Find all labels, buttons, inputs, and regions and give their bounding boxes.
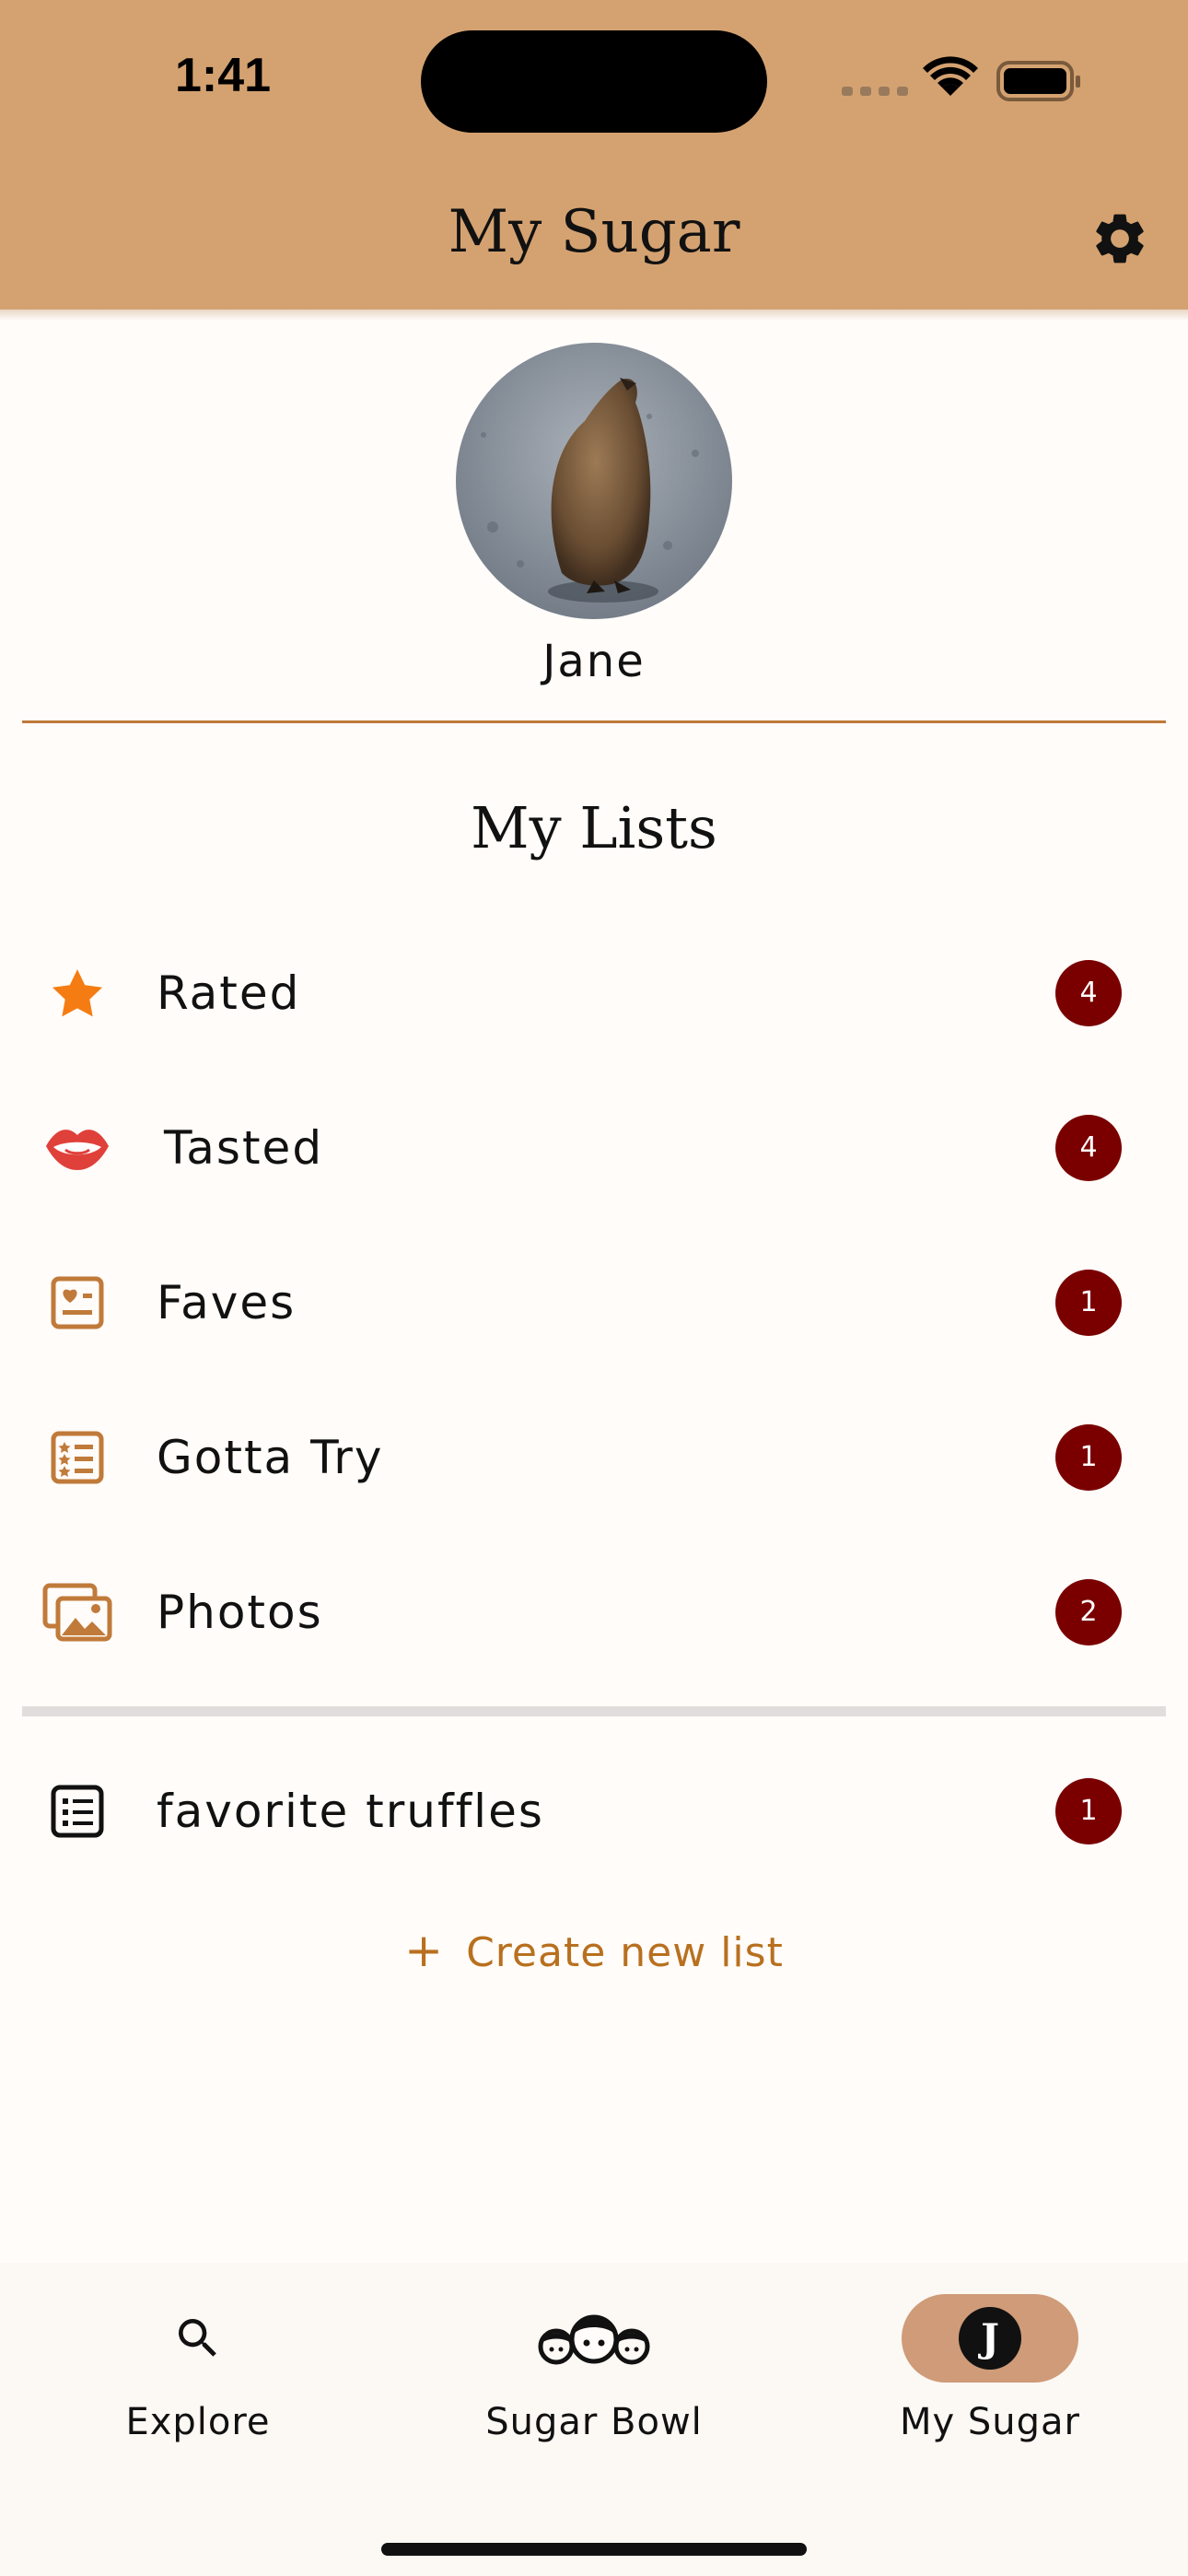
lists-divider <box>22 1706 1166 1716</box>
count-badge: 4 <box>1055 960 1122 1026</box>
profile-avatar[interactable] <box>456 343 732 619</box>
list-label: Faves <box>157 1276 297 1329</box>
avatar-photo <box>456 343 732 619</box>
star-list-icon <box>41 1425 114 1490</box>
list-row-gotta-try[interactable]: Gotta Try 1 <box>0 1380 1188 1535</box>
search-icon <box>172 2294 224 2383</box>
bottom-nav: Explore Sugar Bowl J My Sugar <box>0 2263 1188 2576</box>
faces-icon <box>534 2294 654 2383</box>
list-row-rated[interactable]: Rated 4 <box>0 916 1188 1071</box>
profile-initial-icon: J <box>959 2307 1021 2370</box>
list-row-photos[interactable]: Photos 2 <box>0 1535 1188 1690</box>
profile-divider <box>22 720 1166 723</box>
profile-name: Jane <box>542 636 646 687</box>
battery-icon <box>996 61 1080 101</box>
list-label: Tasted <box>164 1121 324 1175</box>
settings-gear-icon[interactable] <box>1089 208 1150 269</box>
lips-icon <box>41 1116 114 1180</box>
nav-label: My Sugar <box>900 2401 1080 2443</box>
nav-pill: J <box>902 2294 1078 2383</box>
nav-label: Explore <box>125 2401 271 2443</box>
my-lists-title: My Lists <box>471 794 717 861</box>
list-label: Gotta Try <box>157 1431 384 1484</box>
list-label: Photos <box>157 1586 323 1639</box>
heart-card-icon <box>41 1270 114 1335</box>
count-badge: 4 <box>1055 1115 1122 1181</box>
nav-label: Sugar Bowl <box>485 2401 703 2443</box>
star-icon <box>41 961 114 1025</box>
count-badge: 2 <box>1055 1579 1122 1645</box>
status-icons <box>842 56 1080 101</box>
create-new-list-button[interactable]: + Create new list <box>0 1924 1188 1977</box>
create-new-list-label: Create new list <box>466 1929 784 1976</box>
status-time: 1:41 <box>175 49 272 102</box>
wifi-icon <box>923 56 978 96</box>
list-icon <box>41 1779 114 1844</box>
home-indicator <box>381 2543 807 2556</box>
dynamic-island <box>421 30 767 133</box>
count-badge: 1 <box>1055 1778 1122 1844</box>
nav-item-explore[interactable]: Explore <box>0 2263 396 2493</box>
nav-item-my-sugar[interactable]: J My Sugar <box>792 2263 1188 2493</box>
photos-icon <box>41 1580 114 1645</box>
list-row-favorite-truffles[interactable]: favorite truffles 1 <box>0 1734 1188 1889</box>
plus-icon: + <box>404 1924 445 1977</box>
nav-item-sugar-bowl[interactable]: Sugar Bowl <box>396 2263 792 2493</box>
cellular-signal-icon <box>842 87 908 96</box>
count-badge: 1 <box>1055 1270 1122 1336</box>
list-row-tasted[interactable]: Tasted 4 <box>0 1071 1188 1225</box>
active-nav-pill: J <box>902 2294 1078 2383</box>
app-header: 1:41 My Sugar <box>0 0 1188 313</box>
page-title: My Sugar <box>448 198 740 266</box>
header-shadow <box>0 310 1188 321</box>
list-row-faves[interactable]: Faves 1 <box>0 1225 1188 1380</box>
count-badge: 1 <box>1055 1424 1122 1491</box>
list-label: favorite truffles <box>157 1785 544 1838</box>
list-label: Rated <box>157 966 301 1020</box>
